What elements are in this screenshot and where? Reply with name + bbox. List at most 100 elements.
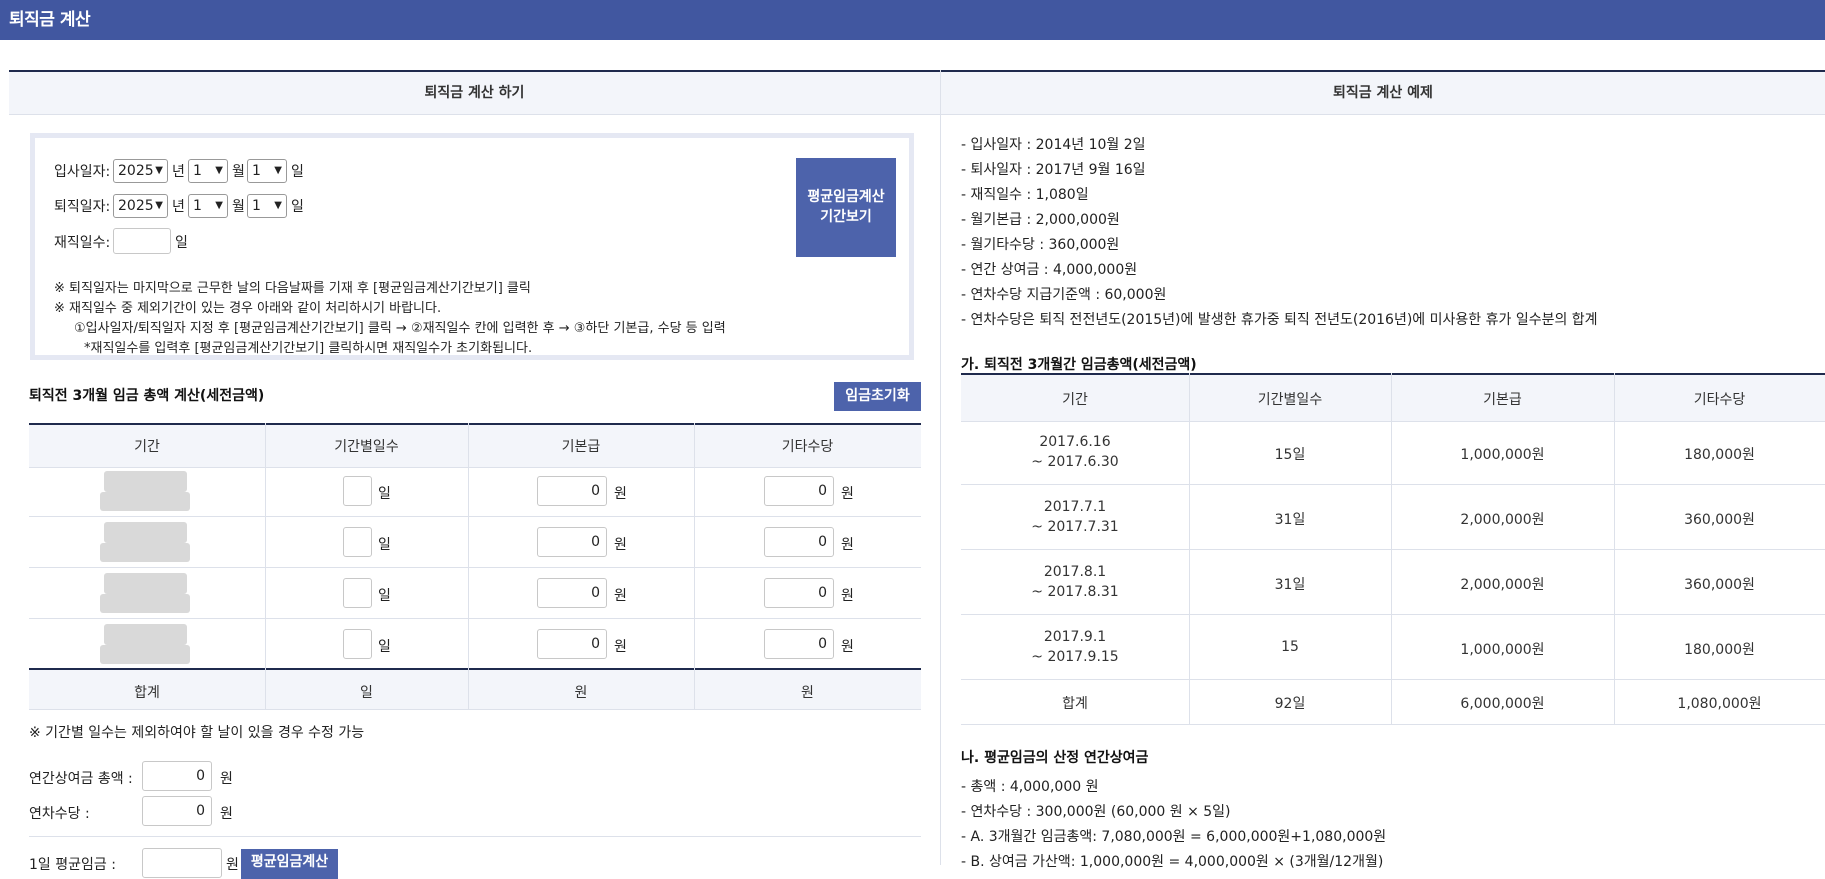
total-label: 합계: [134, 685, 160, 701]
row-line: [29, 516, 921, 517]
row-line: [29, 618, 921, 619]
row-line: [961, 724, 1825, 725]
leave-month-select[interactable]: 1 ▼: [188, 194, 228, 218]
col-period: 기간: [1062, 392, 1088, 408]
example-period: 2017.8.1: [1043, 564, 1107, 580]
example-info-line: - 퇴사일자 : 2017년 9월 16일: [961, 162, 1146, 178]
example-total-extra: 1,080,000원: [1677, 696, 1762, 712]
service-days-input[interactable]: [113, 228, 171, 254]
row-line: [961, 549, 1825, 550]
base-pay-input[interactable]: 0: [537, 527, 607, 557]
year-unit: 년: [172, 199, 185, 215]
example-base: 1,000,000원: [1460, 642, 1545, 658]
extra-pay-input[interactable]: 0: [764, 629, 834, 659]
bonus-input[interactable]: 0: [142, 761, 212, 791]
won-unit: 원: [614, 486, 627, 502]
section-b-line: - 총액 : 4,000,000 원: [961, 779, 1099, 795]
days-input[interactable]: [343, 578, 372, 608]
period-placeholder: [100, 594, 190, 613]
col-divider: [694, 668, 695, 710]
example-days: 31일: [1274, 512, 1306, 528]
example-info-line: - 연간 상여금 : 4,000,000원: [961, 262, 1138, 278]
chevron-down-icon: ▼: [155, 200, 163, 211]
example-extra: 180,000원: [1684, 447, 1755, 463]
col-period: 기간: [134, 439, 160, 455]
row-line: [961, 484, 1825, 485]
section-b-line: - 연차수당 : 300,000원 (60,000 원 × 5일): [961, 804, 1231, 820]
day-unit: 일: [378, 486, 391, 502]
example-total-label: 합계: [1062, 696, 1088, 712]
won-unit: 원: [841, 588, 854, 604]
leave-date-label: 퇴직일자:: [54, 199, 111, 215]
example-total-days: 92일: [1274, 696, 1306, 712]
extra-pay-input[interactable]: 0: [764, 578, 834, 608]
col-extra: 기타수당: [781, 439, 834, 455]
chevron-down-icon: ▼: [274, 165, 282, 176]
separator: [29, 836, 921, 837]
days-input[interactable]: [343, 476, 372, 506]
join-year-select[interactable]: 2025 ▼: [113, 159, 168, 183]
year-unit: 년: [172, 164, 185, 180]
leave-pay-label: 연차수당 :: [29, 806, 90, 822]
won-unit: 원: [226, 857, 239, 873]
example-base: 1,000,000원: [1460, 447, 1545, 463]
avg-wage-calc-button[interactable]: 평균임금계산: [241, 849, 338, 879]
example-period: 2017.9.1: [1043, 629, 1107, 645]
note-line: ①입사일자/퇴직일자 지정 후 [평균임금계산기간보기] 클릭 → ②재직일수 …: [74, 321, 726, 336]
chevron-down-icon: ▼: [155, 165, 163, 176]
wage-section-title: 퇴직전 3개월 임금 총액 계산(세전금액): [29, 388, 265, 404]
example-extra: 180,000원: [1684, 642, 1755, 658]
example-days: 15일: [1274, 447, 1306, 463]
example-period: 2017.6.16: [1039, 434, 1111, 450]
right-section-header: 퇴직금 계산 예제: [941, 70, 1825, 115]
left-section-header: 퇴직금 계산 하기: [9, 70, 940, 115]
join-month-select[interactable]: 1 ▼: [188, 159, 228, 183]
col-days: 기간별일수: [334, 439, 399, 455]
extra-pay-input[interactable]: 0: [764, 476, 834, 506]
example-period: ~ 2017.9.15: [1031, 649, 1119, 665]
example-base: 2,000,000원: [1460, 512, 1545, 528]
extra-pay-input[interactable]: 0: [764, 527, 834, 557]
month-unit: 월: [232, 199, 245, 215]
base-pay-input[interactable]: 0: [537, 629, 607, 659]
join-day-select[interactable]: 1 ▼: [247, 159, 287, 183]
base-pay-input[interactable]: 0: [537, 578, 607, 608]
day-unit: 일: [175, 235, 188, 251]
won-unit: 원: [220, 771, 233, 787]
base-pay-input[interactable]: 0: [537, 476, 607, 506]
example-base: 2,000,000원: [1460, 577, 1545, 593]
example-period: ~ 2017.8.31: [1031, 584, 1119, 600]
chevron-down-icon: ▼: [215, 200, 223, 211]
daily-avg-input[interactable]: [142, 848, 222, 878]
days-input[interactable]: [343, 527, 372, 557]
won-unit: 원: [614, 537, 627, 553]
note-line: ※ 퇴직일자는 마지막으로 근무한 날의 다음날짜를 기재 후 [평균임금계산기…: [54, 281, 531, 296]
section-b-line: - A. 3개월간 임금총액: 7,080,000원 = 6,000,000원+…: [961, 829, 1387, 845]
chevron-down-icon: ▼: [274, 200, 282, 211]
leave-pay-input[interactable]: 0: [142, 796, 212, 826]
period-placeholder: [104, 471, 187, 492]
day-unit: 일: [378, 639, 391, 655]
example-extra: 360,000원: [1684, 512, 1755, 528]
example-period: ~ 2017.7.31: [1031, 519, 1119, 535]
avg-period-button[interactable]: 평균임금계산 기간보기: [796, 158, 896, 257]
days-input[interactable]: [343, 629, 372, 659]
won-unit: 원: [841, 537, 854, 553]
example-info-line: - 재직일수 : 1,080일: [961, 187, 1089, 203]
col-divider: [265, 668, 266, 710]
leave-year-select[interactable]: 2025 ▼: [113, 194, 168, 218]
example-days: 15: [1281, 639, 1299, 655]
period-placeholder: [100, 543, 190, 562]
col-divider: [468, 668, 469, 710]
row-line: [961, 679, 1825, 680]
total-days-unit: 일: [360, 685, 373, 701]
daily-avg-label: 1일 평균임금 :: [29, 857, 116, 873]
page-title: 퇴직금 계산: [9, 10, 91, 30]
bonus-label: 연간상여금 총액 :: [29, 771, 133, 787]
reset-wage-button[interactable]: 임금초기화: [834, 382, 921, 411]
example-info-line: - 연차수당 지급기준액 : 60,000원: [961, 287, 1167, 303]
leave-day-select[interactable]: 1 ▼: [247, 194, 287, 218]
col-base: 기본급: [561, 439, 601, 455]
period-placeholder: [100, 645, 190, 664]
day-unit: 일: [291, 164, 304, 180]
